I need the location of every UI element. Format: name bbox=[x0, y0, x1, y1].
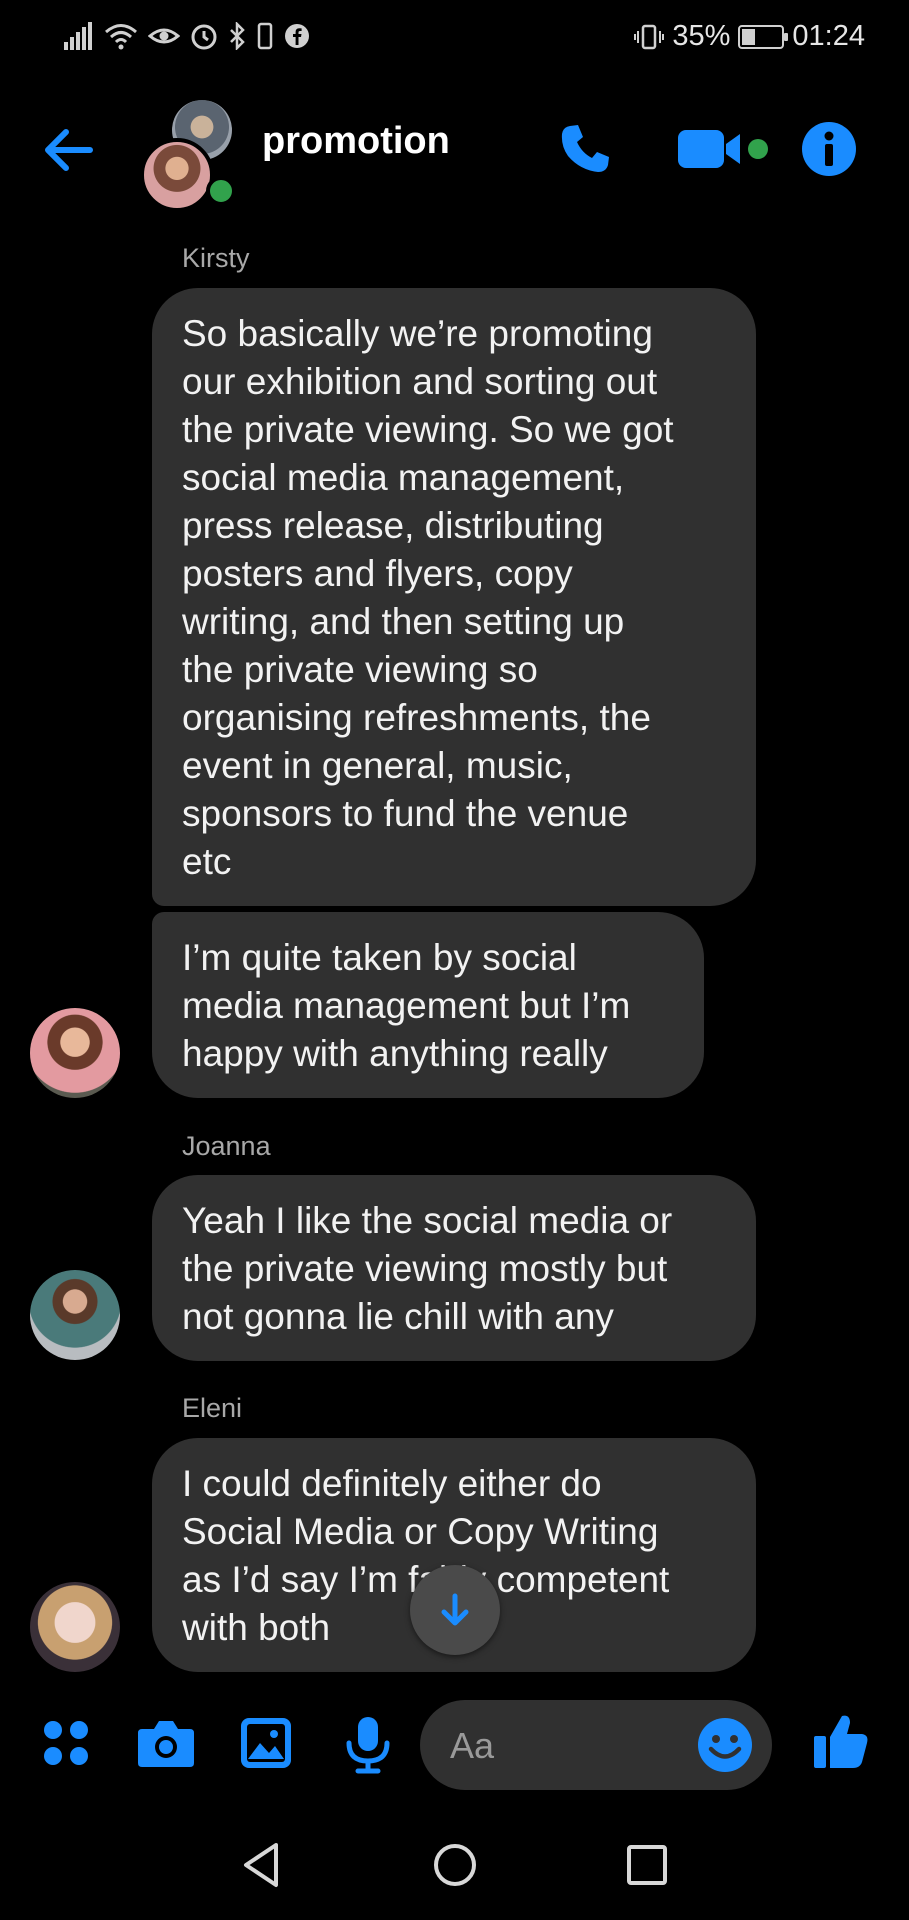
message-bubble[interactable]: Yeah I like the social media or the priv… bbox=[152, 1175, 756, 1361]
message-line: our exhibition and sorting out bbox=[182, 361, 658, 402]
avatar[interactable] bbox=[30, 1008, 120, 1098]
camera-icon[interactable] bbox=[136, 1715, 196, 1771]
message-line: I could definitely either do bbox=[182, 1463, 602, 1504]
signal-icon bbox=[64, 22, 92, 50]
eye-icon bbox=[148, 28, 180, 44]
message-bubble[interactable]: So basically we’re promoting our exhibit… bbox=[152, 288, 756, 906]
vibrate-icon bbox=[634, 24, 665, 49]
back-arrow-icon[interactable] bbox=[38, 120, 98, 180]
apps-grid-icon[interactable] bbox=[38, 1715, 94, 1771]
message-line: the private viewing. So we got bbox=[182, 409, 674, 450]
system-navigation-bar bbox=[0, 1820, 909, 1920]
message-input[interactable] bbox=[448, 1700, 692, 1792]
message-line: Yeah I like the social media or bbox=[182, 1200, 673, 1241]
home-circle-icon[interactable] bbox=[432, 1840, 478, 1890]
message-line: Social Media or Copy Writing bbox=[182, 1511, 659, 1552]
battery-icon bbox=[738, 24, 789, 49]
status-icons-right: 35% 01:24 bbox=[634, 20, 865, 53]
message-bubble[interactable]: I’m quite taken by social media manageme… bbox=[152, 912, 704, 1098]
composer bbox=[0, 1690, 909, 1800]
chat-title[interactable]: promotion bbox=[262, 120, 450, 163]
sender-name: Kirsty bbox=[182, 243, 250, 273]
gallery-icon[interactable] bbox=[238, 1715, 294, 1771]
message-line: event in general, music, bbox=[182, 745, 573, 786]
message-line: happy with anything really bbox=[182, 1033, 608, 1074]
status-bar: 35% 01:24 bbox=[0, 0, 909, 78]
message-line: I’m quite taken by social bbox=[182, 937, 577, 978]
avatar[interactable] bbox=[30, 1270, 120, 1360]
emoji-icon[interactable] bbox=[696, 1716, 754, 1774]
battery-fill bbox=[742, 28, 756, 45]
message-line: So basically we’re promoting bbox=[182, 313, 653, 354]
message-line: the private viewing so bbox=[182, 649, 538, 690]
group-avatar[interactable] bbox=[140, 100, 240, 212]
clock: 01:24 bbox=[792, 20, 865, 52]
back-triangle-icon[interactable] bbox=[238, 1840, 284, 1890]
video-camera-icon[interactable] bbox=[676, 120, 772, 178]
sender-name: Joanna bbox=[182, 1131, 271, 1161]
wifi-icon bbox=[105, 24, 137, 50]
thumbs-up-icon[interactable] bbox=[810, 1710, 872, 1772]
microphone-icon[interactable] bbox=[340, 1715, 396, 1775]
member-photo bbox=[140, 138, 214, 212]
arrow-down-icon bbox=[441, 1593, 469, 1626]
vibrate-icon bbox=[257, 22, 273, 50]
message-line: press release, distributing bbox=[182, 505, 604, 546]
facebook-icon bbox=[285, 24, 309, 48]
scroll-to-bottom-button[interactable] bbox=[410, 1565, 500, 1655]
bluetooth-icon bbox=[230, 22, 245, 50]
recents-square-icon[interactable] bbox=[624, 1840, 670, 1890]
message-line: organising refreshments, the bbox=[182, 697, 651, 738]
message-line: the private viewing mostly but bbox=[182, 1248, 668, 1289]
chat-header: promotion bbox=[0, 90, 909, 212]
online-indicator bbox=[206, 176, 236, 206]
message-line: not gonna lie chill with any bbox=[182, 1296, 614, 1337]
message-line: sponsors to fund the venue bbox=[182, 793, 629, 834]
battery-percent: 35% bbox=[672, 20, 731, 52]
status-icons-left bbox=[64, 22, 310, 50]
alarm-icon bbox=[191, 24, 217, 50]
message-line: posters and flyers, copy bbox=[182, 553, 573, 594]
message-line: media management but I’m bbox=[182, 985, 631, 1026]
message-line: writing, and then setting up bbox=[182, 601, 625, 642]
sender-name: Eleni bbox=[182, 1393, 243, 1423]
message-line: etc bbox=[182, 841, 232, 882]
message-line: social media management, bbox=[182, 457, 625, 498]
avatar[interactable] bbox=[30, 1582, 120, 1672]
message-input-pill bbox=[420, 1700, 772, 1792]
phone-icon[interactable] bbox=[556, 120, 614, 178]
info-icon[interactable] bbox=[800, 120, 858, 178]
